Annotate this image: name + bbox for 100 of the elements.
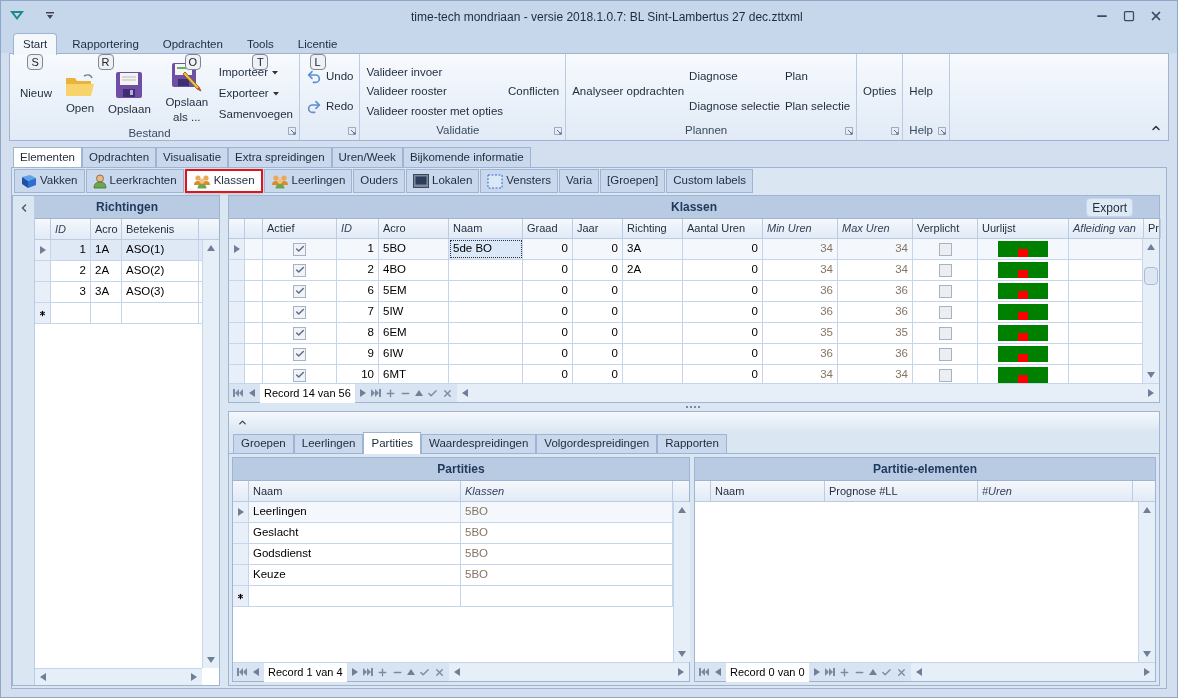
horizontal-scrollbar[interactable]: [456, 384, 1159, 402]
column-header[interactable]: #Uren: [978, 481, 1133, 501]
vertical-scrollbar[interactable]: [202, 240, 219, 668]
ribbon-button[interactable]: Redo: [306, 98, 354, 116]
tab[interactable]: Elementen: [13, 147, 82, 167]
dialog-launcher-icon[interactable]: [938, 127, 946, 135]
ribbon-button[interactable]: Open: [60, 62, 99, 125]
last-record-icon[interactable]: [370, 389, 381, 397]
scroll-down-icon[interactable]: [207, 656, 215, 664]
cancel-icon[interactable]: [433, 666, 445, 678]
table-row[interactable]: 9 6IW 0 0 0 36 36: [229, 344, 1142, 365]
first-record-icon[interactable]: [237, 668, 247, 676]
ribbon-button[interactable]: Valideer rooster: [366, 83, 447, 101]
checkbox[interactable]: [938, 242, 952, 256]
checkbox[interactable]: [938, 284, 952, 298]
export-button[interactable]: Export: [1086, 198, 1133, 217]
tab[interactable]: [Groepen]: [600, 169, 666, 193]
horizontal-scrollbar[interactable]: [448, 663, 689, 681]
checkbox[interactable]: [938, 326, 952, 340]
previous-record-icon[interactable]: [714, 668, 722, 676]
column-header[interactable]: Klassen: [461, 481, 673, 501]
table-row[interactable]: 6 5EM 0 0 0 36 36: [229, 281, 1142, 302]
add-record-icon[interactable]: [376, 666, 388, 678]
scroll-down-icon[interactable]: [1143, 650, 1151, 658]
scroll-left-icon[interactable]: [452, 668, 461, 676]
scroll-right-icon[interactable]: [1143, 668, 1151, 676]
column-header[interactable]: ID: [51, 219, 91, 239]
dialog-launcher-icon[interactable]: [891, 127, 900, 135]
column-header[interactable]: Afleiding van: [1069, 219, 1144, 238]
scroll-right-icon[interactable]: [677, 668, 685, 676]
column-header[interactable]: Naam: [711, 481, 825, 501]
splitter-grip-icon[interactable]: [686, 405, 702, 409]
column-header[interactable]: Richting: [623, 219, 683, 238]
current-row-icon[interactable]: [232, 245, 241, 253]
tab[interactable]: Waardespreidingen: [421, 434, 537, 453]
move-up-icon[interactable]: [406, 668, 415, 676]
column-header[interactable]: Acro: [379, 219, 449, 238]
scroll-up-icon[interactable]: [1143, 506, 1151, 514]
ribbon-tab[interactable]: Opdrachten: [153, 33, 232, 56]
checkbox[interactable]: [938, 368, 952, 382]
dialog-launcher-icon[interactable]: [288, 127, 296, 135]
confirm-icon[interactable]: [418, 666, 430, 678]
column-header[interactable]: ID: [337, 219, 379, 238]
cancel-icon[interactable]: [441, 387, 453, 399]
scroll-left-icon[interactable]: [914, 668, 923, 676]
move-up-icon[interactable]: [414, 389, 423, 397]
column-header[interactable]: Graad: [523, 219, 573, 238]
tab[interactable]: Leerkrachten: [85, 169, 184, 193]
tab[interactable]: Custom labels: [666, 169, 754, 193]
first-record-icon[interactable]: [233, 389, 243, 397]
table-row[interactable]: Keuze 5BO: [233, 565, 673, 586]
scroll-down-icon[interactable]: [1147, 371, 1155, 379]
dialog-launcher-icon[interactable]: [845, 127, 854, 135]
current-row-icon[interactable]: [236, 508, 245, 516]
new-row-icon[interactable]: [236, 591, 245, 601]
tab[interactable]: Bijkomende informatie: [402, 147, 531, 167]
current-row-icon[interactable]: [38, 246, 47, 254]
table-row[interactable]: 8 6EM 0 0 0 35 35: [229, 323, 1142, 344]
ribbon-button[interactable]: Diagnose: [689, 68, 738, 86]
column-header[interactable]: Uurlijst: [978, 219, 1069, 238]
vertical-scrollbar[interactable]: [1142, 239, 1159, 383]
tab[interactable]: Rapporten: [657, 434, 727, 453]
move-up-icon[interactable]: [868, 668, 877, 676]
ribbon-button[interactable]: Help: [909, 83, 933, 101]
ribbon-button[interactable]: Opties: [863, 83, 897, 101]
column-header[interactable]: Naam: [449, 219, 523, 238]
vertical-scrollbar[interactable]: [1138, 502, 1155, 662]
confirm-icon[interactable]: [880, 666, 892, 678]
app-logo-icon[interactable]: [10, 11, 24, 21]
tab[interactable]: Uren/Week: [331, 147, 403, 167]
checkbox[interactable]: [293, 368, 306, 382]
column-header[interactable]: Betekenis: [122, 219, 199, 239]
ribbon-button[interactable]: Undo: [306, 68, 354, 86]
table-row[interactable]: 7 5IW 0 0 0 36 36: [229, 302, 1142, 323]
checkbox[interactable]: [938, 305, 952, 319]
ribbon-button[interactable]: Samenvoegen: [218, 105, 293, 123]
tab[interactable]: Klassen: [184, 169, 263, 193]
maximize-icon[interactable]: [1123, 10, 1135, 22]
new-row-icon[interactable]: [38, 308, 47, 318]
scroll-left-icon[interactable]: [460, 389, 469, 397]
ribbon-button[interactable]: Plan selectie: [784, 98, 851, 116]
first-record-icon[interactable]: [699, 668, 709, 676]
close-icon[interactable]: [1149, 9, 1163, 23]
ribbon-tab[interactable]: Start: [13, 33, 58, 56]
column-header[interactable]: Actief: [263, 219, 337, 238]
scroll-left-icon[interactable]: [39, 673, 47, 681]
tab[interactable]: Lokalen: [406, 169, 480, 193]
last-record-icon[interactable]: [824, 668, 835, 676]
ribbon-tab[interactable]: Licentie: [288, 33, 347, 56]
ribbon-button[interactable]: Valideer rooster met opties: [366, 102, 504, 120]
confirm-icon[interactable]: [426, 387, 438, 399]
column-header[interactable]: Max Uren: [838, 219, 913, 238]
table-row[interactable]: 3 3A ASO(3): [35, 282, 202, 303]
tab[interactable]: Vensters: [480, 169, 559, 193]
table-row[interactable]: Godsdienst 5BO: [233, 544, 673, 565]
scroll-up-icon[interactable]: [1147, 243, 1155, 251]
dialog-launcher-icon[interactable]: [348, 127, 357, 135]
scroll-down-icon[interactable]: [678, 650, 686, 658]
table-row[interactable]: 1 1A ASO(1): [35, 240, 202, 261]
add-record-icon[interactable]: [838, 666, 850, 678]
